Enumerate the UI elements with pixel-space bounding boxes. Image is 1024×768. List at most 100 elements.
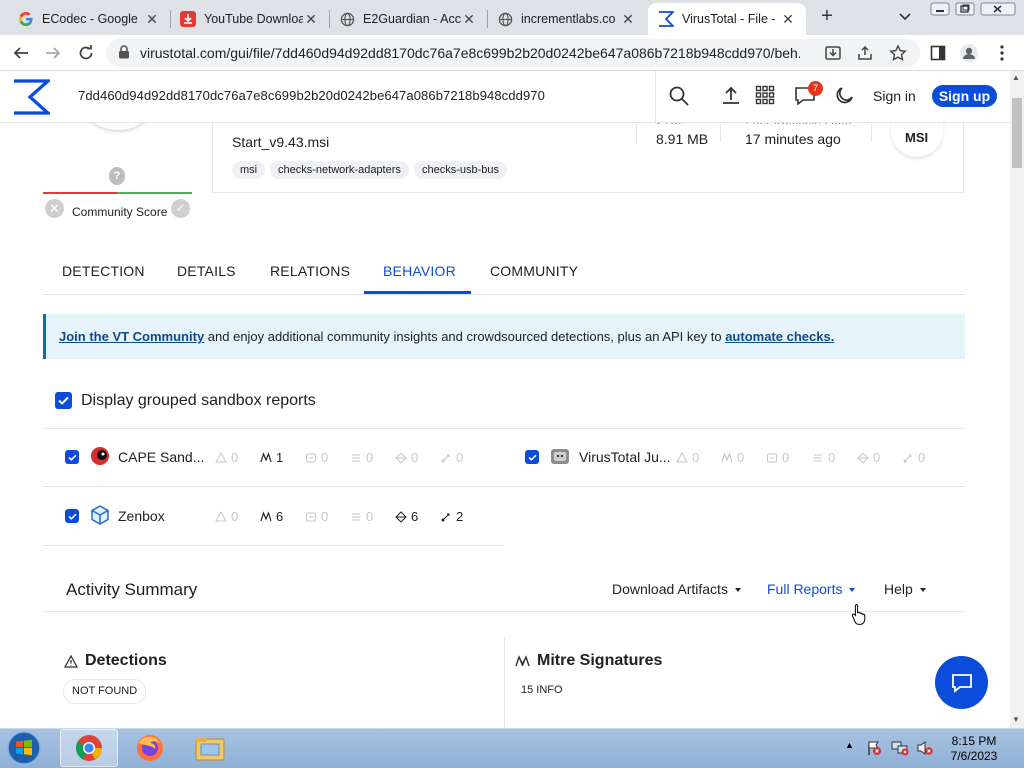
unknown-score-icon: ?: [109, 167, 125, 185]
lock-icon[interactable]: [118, 44, 130, 62]
tag-chip[interactable]: checks-network-adapters: [270, 161, 409, 179]
registry-icon: [441, 454, 450, 462]
browser-tab-youtube-downloader[interactable]: YouTube Downloa ✕: [170, 3, 329, 35]
mouse-pointer-icon: [851, 603, 867, 628]
zenbox-logo-icon: [90, 505, 110, 525]
browser-tab-e2guardian[interactable]: E2Guardian - Acc ✕: [329, 3, 487, 35]
windows-start-button[interactable]: [4, 729, 44, 767]
action-center-flag-icon[interactable]: [866, 740, 882, 756]
automate-checks-link[interactable]: automate checks.: [725, 329, 834, 344]
search-input[interactable]: 7dd460d94d92dd8170dc76a7e8c699b2b20d0242…: [78, 88, 545, 103]
sandbox-stat: 6: [395, 509, 418, 524]
new-tab-button[interactable]: +: [816, 6, 838, 28]
forward-icon[interactable]: [41, 41, 65, 65]
taskbar-file-explorer[interactable]: [181, 729, 239, 767]
bookmark-star-icon[interactable]: [889, 44, 907, 62]
close-icon[interactable]: ✕: [461, 11, 477, 27]
close-icon[interactable]: ✕: [620, 11, 636, 27]
close-window-icon[interactable]: [978, 0, 1018, 17]
download-app-icon: [180, 11, 196, 27]
taskbar-firefox[interactable]: [121, 729, 179, 767]
sandbox-checkbox[interactable]: [65, 509, 79, 523]
scrollbar-thumb[interactable]: [1012, 98, 1022, 168]
active-tab-indicator: [364, 291, 471, 294]
minimize-icon[interactable]: [927, 0, 953, 17]
sandbox-stat-value: 0: [692, 450, 700, 465]
sigma-icon: [352, 513, 360, 520]
address-bar[interactable]: virustotal.com/gui/file/7dd460d94d92dd81…: [106, 39, 920, 67]
side-panel-icon[interactable]: [928, 43, 948, 63]
activity-summary-title: Activity Summary: [66, 580, 198, 599]
tab-title: incrementlabs.co: [521, 12, 616, 26]
taskbar-chrome[interactable]: [60, 729, 118, 767]
dark-mode-moon-icon[interactable]: [834, 85, 856, 107]
divider: [636, 124, 637, 142]
display-grouped-checkbox[interactable]: [55, 392, 72, 409]
sandbox-stat-value: 0: [456, 450, 464, 465]
browser-tab-incrementlabs[interactable]: incrementlabs.co ✕: [487, 3, 646, 35]
divider: [43, 611, 965, 612]
browser-tab-ecodec[interactable]: ECodec - Google ✕: [8, 3, 170, 35]
back-icon[interactable]: [9, 41, 33, 65]
browser-menu-icon[interactable]: [992, 43, 1012, 63]
help-dropdown[interactable]: Help: [884, 581, 926, 597]
install-app-icon[interactable]: [824, 44, 842, 62]
browser-toolbar: virustotal.com/gui/file/7dd460d94d92dd81…: [0, 35, 1024, 71]
sandbox-stat: 0: [395, 450, 418, 465]
page-scrollbar[interactable]: [1010, 71, 1024, 728]
close-icon[interactable]: ✕: [780, 11, 796, 27]
close-icon[interactable]: ✕: [144, 11, 160, 27]
community-score-label: Community Score: [72, 205, 168, 219]
vote-harmful-icon[interactable]: ✕: [45, 199, 64, 218]
sandbox-checkbox[interactable]: [65, 450, 79, 464]
system-clock[interactable]: 8:15 PM 7/6/2023: [948, 734, 1000, 764]
maximize-icon[interactable]: [952, 0, 978, 17]
full-reports-dropdown[interactable]: Full Reports: [767, 581, 856, 597]
clock-time: 8:15 PM: [951, 734, 997, 748]
chat-button[interactable]: [935, 656, 988, 709]
download-artifacts-dropdown[interactable]: Download Artifacts: [612, 581, 741, 597]
network-icon[interactable]: [891, 740, 909, 756]
scroll-up-arrow-icon[interactable]: ▲: [1012, 73, 1020, 82]
volume-muted-icon[interactable]: [916, 740, 933, 756]
network-icon: [395, 451, 407, 464]
globe-icon: [339, 11, 355, 27]
tab-behavior[interactable]: BEHAVIOR: [383, 263, 456, 279]
url-text[interactable]: virustotal.com/gui/file/7dd460d94d92dd81…: [140, 45, 800, 61]
sandbox-name[interactable]: Zenbox: [118, 508, 165, 524]
tab-detection[interactable]: DETECTION: [62, 263, 145, 279]
show-hidden-icons-icon[interactable]: ▲: [845, 740, 861, 756]
join-community-link[interactable]: Join the VT Community: [59, 329, 204, 344]
vote-harmless-icon[interactable]: ✓: [171, 199, 190, 218]
sandbox-stat: 0: [215, 450, 238, 465]
virustotal-logo-icon[interactable]: [12, 79, 53, 115]
apps-grid-icon[interactable]: [755, 85, 777, 107]
tab-details[interactable]: DETAILS: [177, 263, 236, 279]
divider: [43, 486, 965, 487]
close-icon[interactable]: ✕: [303, 11, 319, 27]
sandbox-stat: 0: [350, 509, 373, 524]
browser-tab-virustotal[interactable]: VirusTotal - File - ✕: [648, 3, 806, 35]
alert-icon: [676, 451, 688, 462]
sign-in-link[interactable]: Sign in: [873, 88, 916, 104]
share-icon[interactable]: [856, 44, 874, 62]
sandbox-checkbox[interactable]: [525, 450, 539, 464]
reload-icon[interactable]: [74, 41, 98, 65]
tag-chip[interactable]: msi: [232, 161, 266, 179]
tab-community[interactable]: COMMUNITY: [490, 263, 578, 279]
profile-avatar-icon[interactable]: [959, 43, 979, 63]
download-artifacts-label: Download Artifacts: [612, 581, 728, 597]
detections-title: Detections: [85, 652, 167, 669]
search-icon[interactable]: [668, 85, 690, 107]
ids-icon: [767, 453, 777, 462]
upload-icon[interactable]: [720, 85, 742, 107]
mitre-icon: [260, 451, 272, 462]
sign-up-button[interactable]: Sign up: [932, 85, 997, 107]
scroll-down-arrow-icon[interactable]: ▼: [1012, 715, 1020, 724]
sandbox-name[interactable]: CAPE Sand...: [118, 449, 204, 465]
sandbox-name[interactable]: VirusTotal Ju...: [579, 449, 671, 465]
sandbox-stat-value: 0: [873, 450, 881, 465]
tab-relations[interactable]: RELATIONS: [270, 263, 350, 279]
tab-search-chevron-icon[interactable]: [896, 7, 914, 25]
tag-chip[interactable]: checks-usb-bus: [414, 161, 508, 179]
